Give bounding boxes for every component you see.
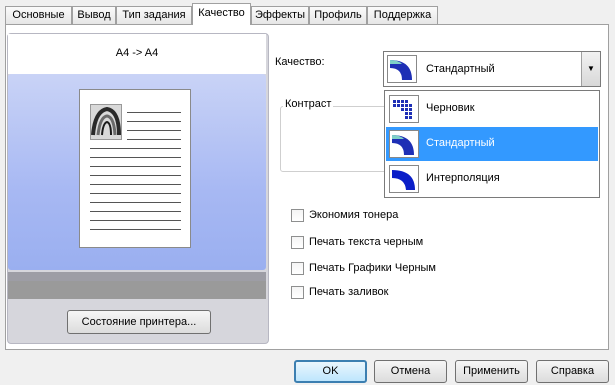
checkbox-label: Экономия тонера: [309, 209, 399, 221]
quality-option-interpolation-label: Интерполяция: [426, 172, 500, 184]
checkbox-box[interactable]: [291, 262, 304, 275]
checkbox-box[interactable]: [291, 209, 304, 222]
tab-support[interactable]: Поддержка: [367, 6, 438, 24]
tab-profile[interactable]: Профиль: [309, 6, 367, 24]
quality-option-draft-label: Черновик: [426, 102, 475, 114]
quality-select[interactable]: Стандартный ▼: [383, 51, 601, 87]
preview-divider: [8, 272, 266, 281]
standard-quality-icon: [387, 55, 417, 83]
help-button[interactable]: Справка: [536, 360, 609, 383]
cancel-button[interactable]: Отмена: [374, 360, 447, 383]
paper-mapping-label: A4 -> A4: [8, 34, 266, 74]
checkbox-label: Печать текста черным: [309, 236, 424, 248]
ok-button[interactable]: OK: [294, 360, 367, 383]
quality-dropdown-list: Черновик Стандартный Интерполяция: [384, 90, 600, 198]
interpolation-quality-icon: [389, 165, 419, 193]
checkbox-box[interactable]: [291, 236, 304, 249]
draft-quality-icon: [389, 95, 419, 123]
printer-status-button[interactable]: Состояние принтера...: [67, 310, 211, 334]
preview-footer-bar: [8, 281, 266, 299]
quality-option-interpolation[interactable]: Интерполяция: [386, 162, 598, 196]
chevron-down-icon[interactable]: ▼: [581, 52, 600, 86]
tab-effects[interactable]: Эффекты: [251, 6, 309, 24]
checkbox-box[interactable]: [291, 286, 304, 299]
quality-option-standard-label: Стандартный: [426, 137, 495, 149]
quality-option-standard[interactable]: Стандартный: [386, 127, 598, 161]
page-image-thumbnail: [90, 104, 122, 140]
checkbox-label: Печать заливок: [309, 286, 389, 298]
contrast-group-title: Контраст: [283, 98, 334, 110]
checkbox-label: Печать Графики Черным: [309, 262, 436, 274]
quality-option-draft[interactable]: Черновик: [386, 92, 598, 126]
tab-basic[interactable]: Основные: [5, 6, 72, 24]
apply-button[interactable]: Применить: [455, 360, 528, 383]
quality-selected-value: Стандартный: [426, 63, 495, 75]
standard-quality-icon: [389, 130, 419, 158]
tab-job-type[interactable]: Тип задания: [116, 6, 192, 24]
tab-quality[interactable]: Качество: [192, 3, 251, 25]
quality-label: Качество:: [275, 56, 325, 68]
tab-output[interactable]: Вывод: [72, 6, 116, 24]
